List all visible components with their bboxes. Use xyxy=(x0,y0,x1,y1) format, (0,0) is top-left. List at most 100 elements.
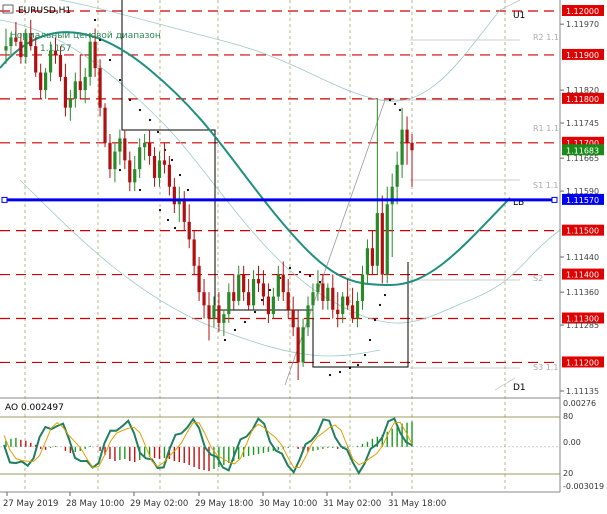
candle-body[interactable] xyxy=(331,287,335,310)
sar-dot xyxy=(138,108,142,112)
sar-dot xyxy=(338,370,342,374)
candle-body[interactable] xyxy=(326,287,330,301)
candle-body[interactable] xyxy=(98,68,102,108)
candle-body[interactable] xyxy=(39,72,43,91)
ao-indicator-panel[interactable]: AO 0.002497 0.00276 80 0.00 20 -0.003019 xyxy=(0,399,604,491)
sar-dot xyxy=(128,98,132,102)
sar-dot xyxy=(298,270,302,274)
candle-body[interactable] xyxy=(390,186,394,205)
candle-body[interactable] xyxy=(202,292,206,306)
candle-body[interactable] xyxy=(34,46,38,73)
candle-body[interactable] xyxy=(266,296,271,315)
lb-line-handle-left[interactable] xyxy=(1,196,8,203)
candle-body[interactable] xyxy=(172,186,176,205)
candle-body[interactable] xyxy=(306,305,310,328)
candle-body[interactable] xyxy=(395,164,399,187)
candle-body[interactable] xyxy=(222,314,226,323)
candle-body[interactable] xyxy=(108,142,112,170)
candle-body[interactable] xyxy=(78,81,82,91)
candle-body[interactable] xyxy=(271,296,275,315)
sar-dot xyxy=(373,318,377,322)
candle-body[interactable] xyxy=(365,248,370,275)
candle-body[interactable] xyxy=(346,296,350,306)
time-tick-label: 27 May 2019 xyxy=(3,499,58,509)
candle-body[interactable] xyxy=(217,305,221,323)
ao-axis-label: 0.00276 xyxy=(563,399,596,408)
candle-body[interactable] xyxy=(291,309,295,328)
candle-body[interactable] xyxy=(276,274,280,297)
candle-body[interactable] xyxy=(410,142,414,151)
price-chart[interactable]: U1R2 1.1R1 1.1S1 1.1LBS2S3 1.1D1 1.12000… xyxy=(0,0,607,514)
candle-body[interactable] xyxy=(385,204,389,275)
candle-body[interactable] xyxy=(143,142,147,148)
candle-body[interactable] xyxy=(350,305,355,319)
candle-body[interactable] xyxy=(316,283,320,293)
candle-body[interactable] xyxy=(311,292,315,306)
candle-body[interactable] xyxy=(242,274,246,293)
sar-dot xyxy=(378,303,382,307)
candle-body[interactable] xyxy=(405,129,409,143)
candle-body[interactable] xyxy=(207,305,211,319)
sar-dot xyxy=(393,102,397,106)
candle-body[interactable] xyxy=(341,296,345,315)
candle-body[interactable] xyxy=(128,160,132,183)
candle-body[interactable] xyxy=(4,46,8,51)
candle-body[interactable] xyxy=(118,138,122,152)
candle-body[interactable] xyxy=(123,138,127,161)
sar-dot xyxy=(368,338,372,342)
candle-body[interactable] xyxy=(400,129,404,165)
candle-body[interactable] xyxy=(88,41,92,77)
candle-body[interactable] xyxy=(281,274,285,293)
candle-body[interactable] xyxy=(261,283,266,297)
candle-body[interactable] xyxy=(68,98,72,108)
candle-body[interactable] xyxy=(162,160,167,165)
candle-body[interactable] xyxy=(355,300,360,319)
candle-body[interactable] xyxy=(157,160,162,178)
candle-body[interactable] xyxy=(113,151,117,170)
candle-body[interactable] xyxy=(73,81,77,99)
level-label-d1: D1 xyxy=(513,383,526,393)
candle-body[interactable] xyxy=(296,327,300,363)
candle-body[interactable] xyxy=(256,278,261,284)
candle-body[interactable] xyxy=(286,292,290,310)
candle-body[interactable] xyxy=(187,221,191,240)
candle-body[interactable] xyxy=(103,107,107,143)
candle-body[interactable] xyxy=(227,292,231,315)
sar-dot xyxy=(318,280,322,284)
sar-dot xyxy=(158,208,162,212)
candle-body[interactable] xyxy=(197,265,201,293)
candle-body[interactable] xyxy=(251,278,256,306)
candle-body[interactable] xyxy=(133,169,137,183)
sar-dot xyxy=(156,130,160,134)
candle-body[interactable] xyxy=(375,213,379,266)
candle-body[interactable] xyxy=(83,76,87,91)
candle-body[interactable] xyxy=(212,305,216,319)
candle-body[interactable] xyxy=(147,142,152,156)
candle-body[interactable] xyxy=(182,199,186,222)
candle-body[interactable] xyxy=(360,274,365,301)
candle-body[interactable] xyxy=(58,54,63,77)
sar-dot xyxy=(243,320,247,324)
candle-body[interactable] xyxy=(301,327,305,363)
lb-line-handle-right[interactable] xyxy=(551,196,558,203)
candle-body[interactable] xyxy=(321,283,325,301)
candle-body[interactable] xyxy=(63,76,68,108)
sar-dot xyxy=(268,288,272,292)
candle-body[interactable] xyxy=(192,239,196,266)
candle-body[interactable] xyxy=(237,274,241,301)
candle-body[interactable] xyxy=(336,309,340,315)
sar-dot xyxy=(233,328,237,332)
level-label-u1: U1 xyxy=(513,11,525,21)
candle-body[interactable] xyxy=(370,248,374,266)
candle-body[interactable] xyxy=(167,164,171,187)
candle-body[interactable] xyxy=(232,292,236,301)
candle-body[interactable] xyxy=(380,213,384,275)
price-tag-label: 1.12000 xyxy=(566,7,599,16)
candle-body[interactable] xyxy=(247,292,251,306)
candle-body[interactable] xyxy=(19,41,23,58)
candle-body[interactable] xyxy=(93,41,97,69)
candle-body[interactable] xyxy=(138,147,142,170)
candle-body[interactable] xyxy=(44,72,48,91)
sar-dot xyxy=(118,78,122,82)
candle-body[interactable] xyxy=(152,155,157,178)
